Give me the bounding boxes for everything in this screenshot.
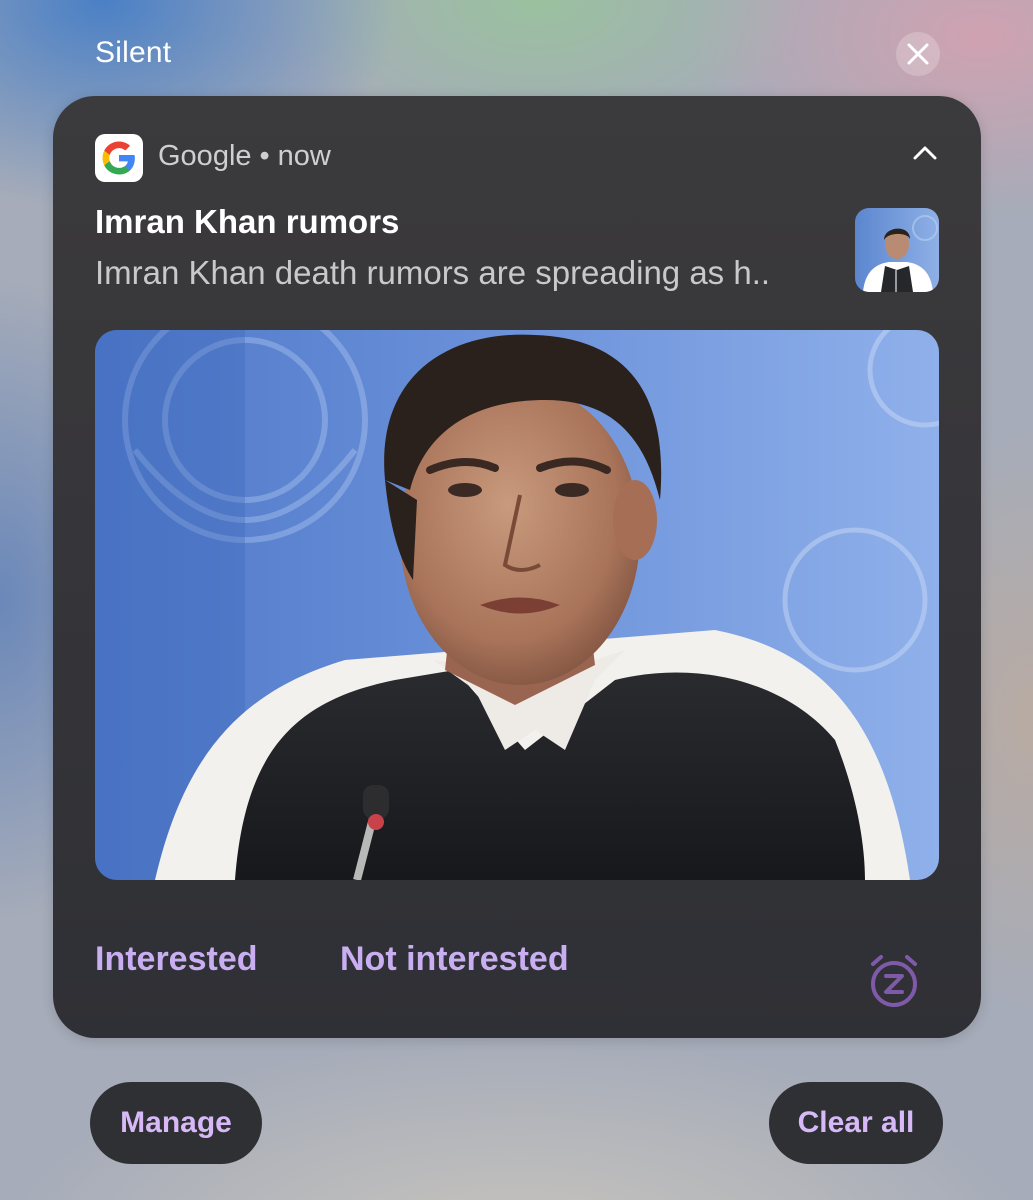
close-icon: [907, 43, 929, 65]
notification-body: Imran Khan death rumors are spreading as…: [95, 254, 771, 291]
clear-all-button[interactable]: Clear all: [769, 1082, 943, 1164]
manage-button[interactable]: Manage: [90, 1082, 262, 1164]
meta-separator: •: [259, 140, 270, 172]
notification-time: now: [277, 140, 331, 172]
notification-title: Imran Khan rumors: [95, 203, 400, 240]
interested-button[interactable]: Interested: [95, 940, 258, 979]
dismiss-section-button[interactable]: [896, 32, 940, 76]
section-title: Silent: [95, 36, 172, 69]
google-app-icon: [95, 134, 143, 182]
app-name: Google: [158, 140, 252, 172]
collapse-button[interactable]: [905, 134, 945, 170]
snooze-button[interactable]: [865, 952, 923, 1010]
snooze-alarm-icon: [871, 955, 917, 1007]
google-g-icon: [102, 141, 135, 175]
notification-card[interactable]: Google • now Imran Khan rumors Imran Khan …: [53, 96, 981, 1038]
chevron-up-icon: [913, 146, 937, 160]
app-meta: Google • now: [158, 140, 331, 173]
notification-image: [95, 330, 939, 880]
not-interested-button[interactable]: Not interested: [340, 940, 569, 979]
notification-thumbnail: [855, 208, 939, 292]
